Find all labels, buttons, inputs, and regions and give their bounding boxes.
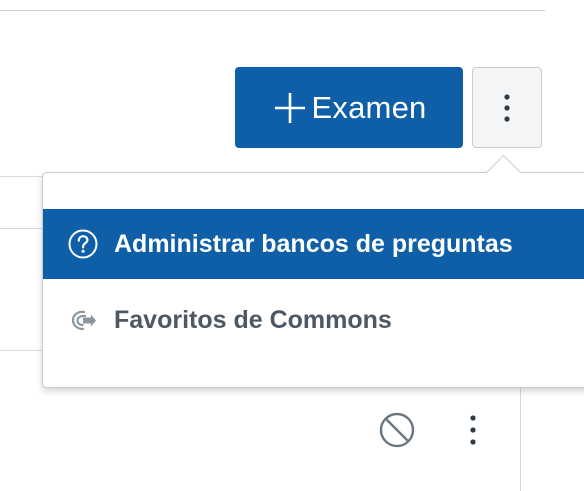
more-options-button[interactable] xyxy=(472,67,542,148)
question-circle-icon xyxy=(68,229,98,259)
menu-item-label: Administrar bancos de preguntas xyxy=(114,229,513,258)
menu-item-label: Favoritos de Commons xyxy=(114,305,392,334)
add-quiz-label: Examen xyxy=(311,89,427,125)
menu-item-commons-favorites[interactable]: Favoritos de Commons xyxy=(43,285,584,355)
plus-icon xyxy=(274,92,305,123)
list-border xyxy=(520,388,521,491)
header-divider xyxy=(0,10,545,11)
unpublished-icon[interactable] xyxy=(375,408,419,452)
list-divider xyxy=(0,350,42,351)
menu-item-manage-question-banks[interactable]: Administrar bancos de preguntas xyxy=(43,209,584,279)
list-divider xyxy=(0,228,42,229)
kebab-vertical-icon xyxy=(504,93,510,122)
list-divider xyxy=(0,176,42,177)
commons-icon xyxy=(71,310,96,331)
kebab-vertical-icon[interactable] xyxy=(463,408,483,452)
row-actions xyxy=(375,408,515,452)
quizzes-page: Examen Administrar bancos de preguntas F… xyxy=(0,0,584,491)
options-menu: Administrar bancos de preguntas Favorito… xyxy=(42,172,584,388)
add-quiz-button[interactable]: Examen xyxy=(235,67,463,148)
